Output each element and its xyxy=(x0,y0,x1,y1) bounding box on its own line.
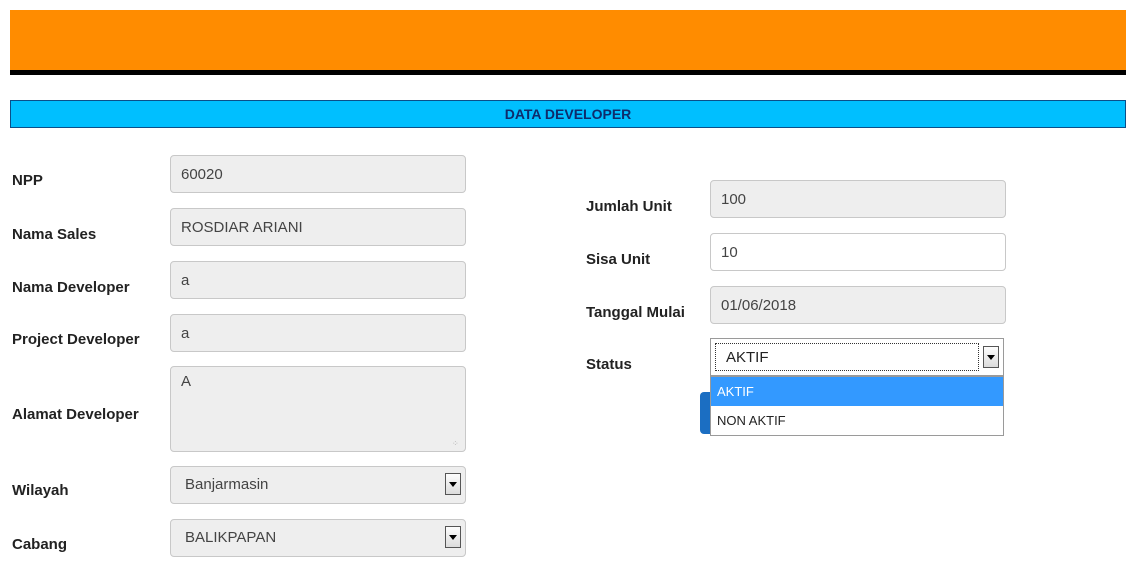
alamat-developer-label: Alamat Developer xyxy=(12,406,139,423)
sisa-unit-label: Sisa Unit xyxy=(586,251,651,268)
wilayah-label: Wilayah xyxy=(12,482,69,499)
sisa-unit-field[interactable] xyxy=(710,233,1006,271)
cabang-label: Cabang xyxy=(12,536,68,553)
status-select[interactable]: AKTIF xyxy=(710,338,1004,376)
npp-label: NPP xyxy=(12,172,43,189)
section-title: DATA DEVELOPER xyxy=(10,100,1126,128)
nama-sales-label: Nama Sales xyxy=(12,226,97,243)
status-dropdown-list: AKTIF NON AKTIF xyxy=(710,376,1004,436)
resize-grip-icon[interactable]: ⁘ xyxy=(452,440,460,448)
nama-developer-field[interactable] xyxy=(170,261,466,299)
nama-sales-field[interactable] xyxy=(170,208,466,246)
status-dropdown-button[interactable] xyxy=(983,346,999,368)
status-option-aktif[interactable]: AKTIF xyxy=(711,377,1003,406)
project-developer-field[interactable] xyxy=(170,314,466,352)
jumlah-unit-field[interactable] xyxy=(710,180,1006,218)
wilayah-dropdown-button[interactable] xyxy=(445,473,461,495)
chevron-down-icon xyxy=(449,481,457,487)
npp-field[interactable] xyxy=(170,155,466,193)
status-selected-value: AKTIF xyxy=(715,343,979,371)
status-option-non-aktif[interactable]: NON AKTIF xyxy=(711,406,1003,435)
banner-divider xyxy=(10,70,1126,75)
chevron-down-icon xyxy=(987,354,995,360)
nama-developer-label: Nama Developer xyxy=(12,279,130,296)
cabang-dropdown-button[interactable] xyxy=(445,526,461,548)
top-banner xyxy=(10,10,1126,70)
alamat-developer-textarea[interactable]: A xyxy=(170,366,466,452)
project-developer-label: Project Developer xyxy=(12,331,140,348)
page: DATA DEVELOPER NPP Nama Sales Nama Devel… xyxy=(0,0,1126,563)
wilayah-selected-value: Banjarmasin xyxy=(185,476,269,493)
cabang-select[interactable]: BALIKPAPAN xyxy=(170,519,466,557)
chevron-down-icon xyxy=(449,534,457,540)
cabang-selected-value: BALIKPAPAN xyxy=(185,529,277,546)
status-label: Status xyxy=(586,356,632,373)
jumlah-unit-label: Jumlah Unit xyxy=(586,198,672,215)
tanggal-mulai-label: Tanggal Mulai xyxy=(586,304,685,321)
wilayah-select[interactable]: Banjarmasin xyxy=(170,466,466,504)
tanggal-mulai-field[interactable] xyxy=(710,286,1006,324)
